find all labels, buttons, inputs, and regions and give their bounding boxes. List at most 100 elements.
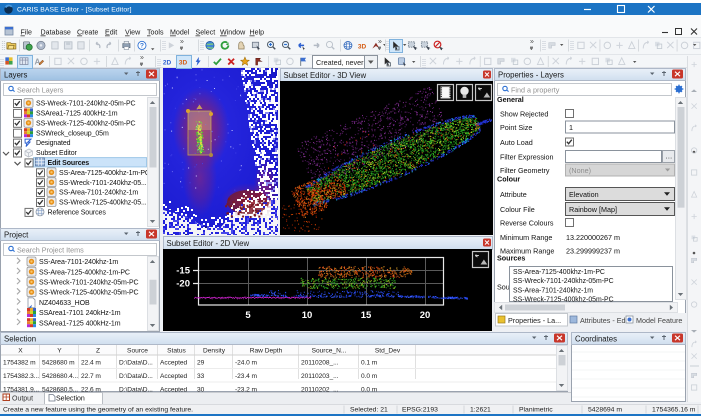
svg-text:Raw Depth: Raw Depth	[250, 347, 283, 354]
svg-text:-23.4 m: -23.4 m	[235, 373, 258, 380]
svg-text:0.0 m: 0.0 m	[361, 373, 378, 380]
svg-text:Output: Output	[12, 396, 33, 403]
svg-text:Selection: Selection	[4, 335, 36, 344]
svg-text:23.299999237 m: 23.299999237 m	[566, 247, 620, 256]
svg-text:Filter Expression: Filter Expression	[500, 153, 554, 162]
svg-text:2D: 2D	[163, 59, 172, 66]
svg-text:Project: Project	[4, 231, 29, 240]
svg-text:Z: Z	[96, 347, 100, 354]
svg-text:General: General	[497, 95, 524, 104]
svg-text:Minimum Range: Minimum Range	[500, 233, 552, 242]
svg-text:Attribute: Attribute	[500, 190, 527, 199]
svg-text:»: »	[180, 39, 184, 46]
svg-text:5428680 m: 5428680 m	[42, 359, 75, 366]
svg-text:Create: Create	[77, 29, 98, 37]
svg-text:Accepted: Accepted	[160, 359, 187, 366]
svg-text:SSArea1-7125 400kHz-1m: SSArea1-7125 400kHz-1m	[39, 320, 121, 327]
svg-text:-20: -20	[176, 279, 190, 290]
svg-text:A: A	[34, 58, 40, 67]
svg-text:Model: Model	[170, 29, 190, 37]
svg-text:Selection: Selection	[56, 396, 85, 403]
svg-text:Database: Database	[41, 29, 71, 37]
svg-text:D:\Data\D...: D:\Data\D...	[119, 359, 153, 366]
svg-text:Status: Status	[167, 347, 186, 354]
svg-text:»: »	[530, 39, 534, 46]
svg-text:Create a new feature using the: Create a new feature using the geometry …	[3, 406, 193, 413]
svg-text:Reverse Colours: Reverse Colours	[500, 219, 554, 228]
svg-text:1754382.3...: 1754382.3...	[3, 373, 39, 380]
svg-text:?: ?	[140, 43, 144, 50]
svg-text:0.1 m: 0.1 m	[361, 359, 378, 366]
svg-text:10: 10	[302, 310, 313, 321]
svg-text:D:\Data\D...: D:\Data\D...	[119, 373, 153, 380]
svg-text:20: 20	[420, 310, 431, 321]
svg-text:SS-Wreck-7125-400khz-05m-PC: SS-Wreck-7125-400khz-05m-PC	[39, 290, 139, 297]
svg-text:5: 5	[245, 310, 251, 321]
svg-text:...: ...	[666, 152, 673, 161]
svg-text:22.7 m: 22.7 m	[81, 373, 101, 380]
svg-text:Created, never: Created, never	[316, 58, 364, 67]
svg-text:SS-Area-7125-400khz-1m-PC: SS-Area-7125-400khz-1m-PC	[59, 170, 150, 177]
svg-text:Planimetric: Planimetric	[519, 406, 553, 413]
svg-text:Show Rejected: Show Rejected	[500, 110, 548, 119]
svg-text:33: 33	[197, 373, 205, 380]
svg-text:SS-Area-7101-240khz-1m: SS-Area-7101-240khz-1m	[59, 190, 138, 197]
svg-text:-24.0 m: -24.0 m	[235, 359, 258, 366]
svg-text:3D: 3D	[358, 43, 367, 50]
svg-text:SS-Wreck-7125-400khz-05...: SS-Wreck-7125-400khz-05...	[59, 200, 147, 207]
svg-text:Subset Editor - 2D View: Subset Editor - 2D View	[167, 239, 250, 248]
svg-text:15: 15	[361, 310, 372, 321]
svg-text:SS-Area-7125-400khz-1m-PC: SS-Area-7125-400khz-1m-PC	[513, 269, 605, 276]
svg-text:SSArea1-7101 240kHz-1m: SSArea1-7101 240kHz-1m	[39, 310, 121, 317]
svg-text:Std_Dev: Std_Dev	[375, 347, 401, 354]
svg-text:Auto Load: Auto Load	[500, 138, 533, 147]
svg-text:1:2621: 1:2621	[470, 406, 491, 413]
svg-text:Layers: Layers	[4, 71, 28, 80]
svg-text:»: »	[140, 55, 144, 62]
svg-text:Colour File: Colour File	[500, 205, 535, 214]
svg-text:NZ404633_HOB: NZ404633_HOB	[39, 300, 90, 307]
svg-text:29: 29	[197, 359, 205, 366]
svg-text:SS-Wreck-7101-240khz-05m-PC: SS-Wreck-7101-240khz-05m-PC	[39, 280, 139, 287]
svg-text:Designated: Designated	[36, 140, 71, 147]
svg-text:20110208_...: 20110208_...	[301, 359, 339, 366]
svg-text:Coordinates: Coordinates	[575, 335, 617, 344]
svg-text:13.220000267 m: 13.220000267 m	[566, 233, 620, 242]
svg-text:EPSG:2193: EPSG:2193	[402, 406, 438, 413]
svg-text:X: X	[18, 347, 23, 354]
svg-text:»: »	[378, 39, 382, 46]
svg-text:Sources: Sources	[497, 254, 525, 263]
svg-text:Point Size: Point Size	[500, 123, 532, 132]
svg-text:Window: Window	[220, 29, 246, 37]
svg-text:SS-Area-7125-400khz-1m-PC: SS-Area-7125-400khz-1m-PC	[39, 269, 130, 276]
svg-text:5428680.4...: 5428680.4...	[42, 373, 78, 380]
svg-text:SSArea1-7125 400kHz-1m: SSArea1-7125 400kHz-1m	[36, 111, 118, 118]
svg-text:SS-Area-7101-240khz-1m: SS-Area-7101-240khz-1m	[39, 259, 118, 266]
svg-text:Help: Help	[250, 29, 265, 37]
svg-text:SS-Area-7101-240khz-1m: SS-Area-7101-240khz-1m	[513, 287, 593, 294]
svg-text:1: 1	[569, 123, 573, 132]
svg-text:File: File	[21, 29, 32, 37]
svg-text:Source: Source	[127, 347, 148, 354]
svg-text:1754382 m: 1754382 m	[3, 359, 36, 366]
svg-text:Model Feature: Model Feature	[636, 316, 682, 325]
svg-text:Tools: Tools	[147, 29, 164, 37]
svg-text:Selected: 21: Selected: 21	[350, 406, 388, 413]
svg-text:Y: Y	[57, 347, 62, 354]
svg-text:Density: Density	[203, 347, 226, 354]
svg-text:Rainbow [Map]: Rainbow [Map]	[569, 205, 617, 214]
svg-text:22.4 m: 22.4 m	[81, 359, 101, 366]
svg-text:Accepted: Accepted	[160, 373, 187, 380]
svg-text:Edit: Edit	[105, 29, 117, 37]
svg-text:Reference Sources: Reference Sources	[48, 210, 107, 217]
svg-text:SSWreck_closeup_05m: SSWreck_closeup_05m	[36, 130, 109, 137]
svg-text:Search Project Items: Search Project Items	[17, 246, 84, 255]
svg-text:Edit Sources: Edit Sources	[48, 160, 90, 167]
svg-text:Select: Select	[196, 29, 216, 37]
svg-text:View: View	[125, 29, 141, 37]
svg-text:Source_N...: Source_N...	[312, 347, 347, 354]
svg-text:Attributes - Edi...: Attributes - Edi...	[580, 316, 633, 325]
svg-text:20110203_...: 20110203_...	[301, 373, 339, 380]
svg-text:Colour: Colour	[497, 175, 520, 184]
svg-text:-15: -15	[176, 266, 190, 277]
